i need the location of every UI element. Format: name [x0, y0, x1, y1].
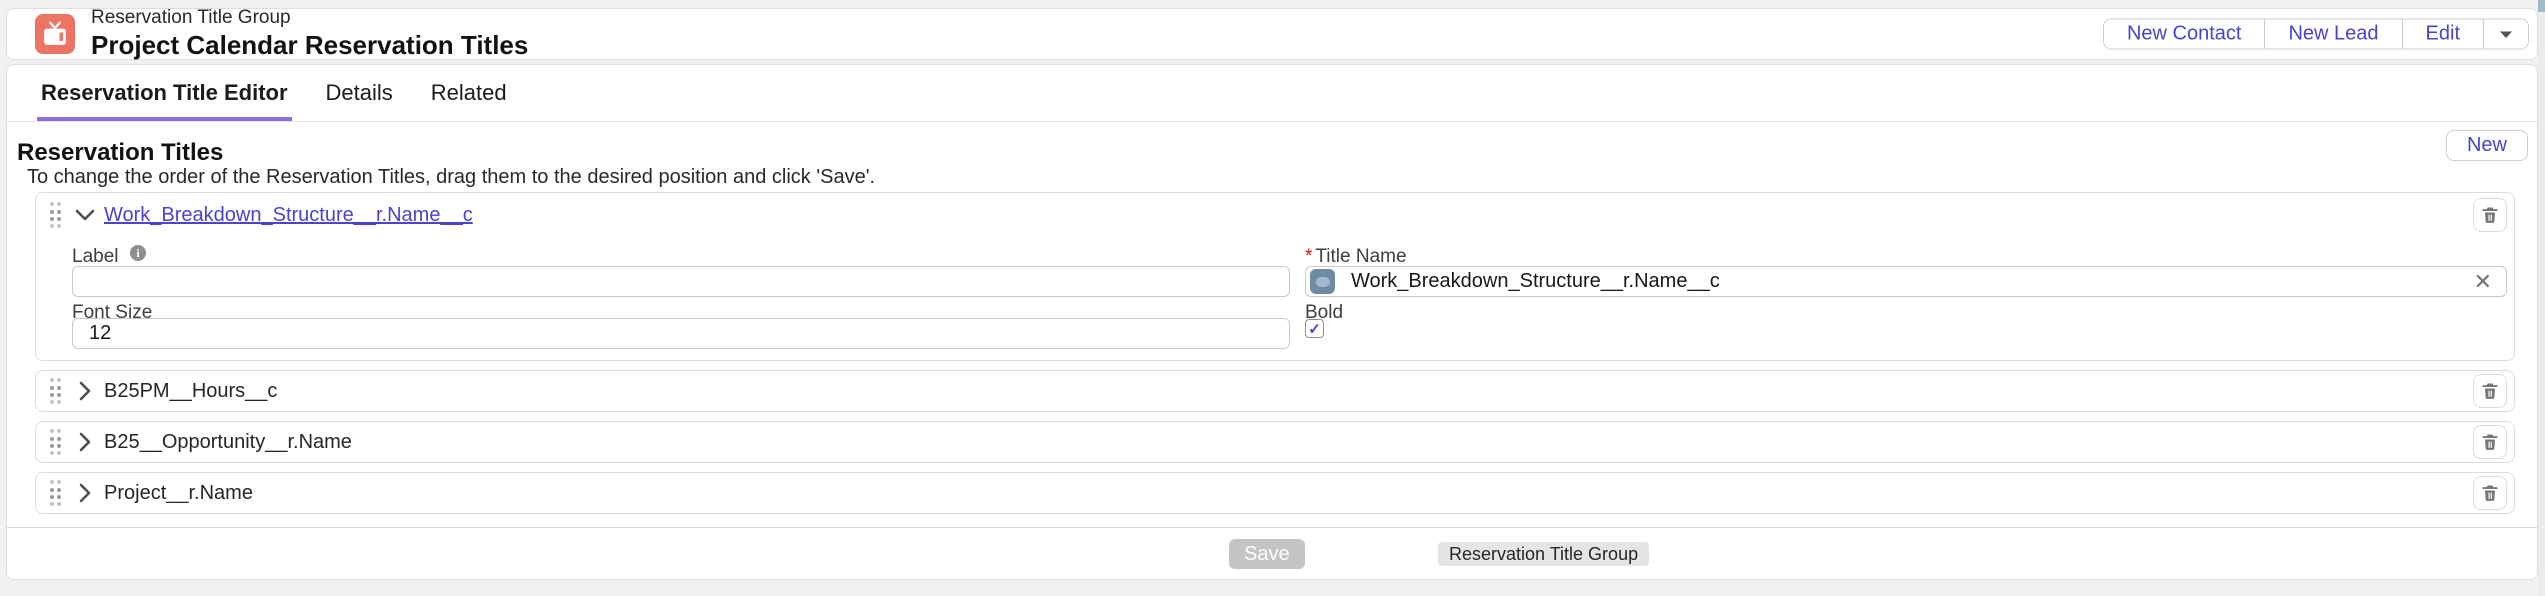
row-title: Project__r.Name: [104, 482, 253, 505]
tv-icon: [42, 21, 68, 47]
reservation-title-row-expanded: Work_Breakdown_Structure__r.Name__c Labe…: [35, 192, 2515, 361]
tab-related[interactable]: Related: [427, 65, 511, 121]
new-lead-button[interactable]: New Lead: [2265, 20, 2402, 49]
instruction-text: To change the order of the Reservation T…: [27, 166, 875, 189]
footer-divider: [7, 527, 2537, 528]
required-asterisk: *: [1305, 246, 1312, 267]
title-name-value: Work_Breakdown_Structure__r.Name__c: [1351, 270, 2474, 293]
expand-row-button[interactable]: [66, 478, 104, 508]
section-heading: Reservation Titles: [17, 139, 223, 167]
delete-row-button[interactable]: [2473, 198, 2507, 232]
chevron-right-icon: [79, 381, 91, 401]
reservation-title-group-chip: Reservation Title Group: [1438, 542, 1649, 566]
save-button[interactable]: Save: [1229, 539, 1305, 569]
drag-handle-icon[interactable]: [44, 478, 66, 508]
drag-handle-icon[interactable]: [44, 376, 66, 406]
chevron-right-icon: [79, 483, 91, 503]
drag-handle-icon[interactable]: [44, 200, 66, 230]
new-contact-button[interactable]: New Contact: [2104, 20, 2266, 49]
title-name-input[interactable]: Work_Breakdown_Structure__r.Name__c ✕: [1305, 266, 2507, 297]
delete-row-button[interactable]: [2473, 476, 2507, 510]
label-input[interactable]: [72, 266, 1290, 297]
drag-handle-icon[interactable]: [44, 427, 66, 457]
main-card: Reservation Title Editor Details Related…: [6, 64, 2538, 580]
row-title-link[interactable]: Work_Breakdown_Structure__r.Name__c: [104, 204, 473, 227]
collapse-row-button[interactable]: [66, 200, 104, 230]
page-header: Reservation Title Group Project Calendar…: [6, 8, 2538, 60]
page-title: Project Calendar Reservation Titles: [91, 31, 528, 61]
reservation-title-row: B25PM__Hours__c: [35, 370, 2515, 412]
entity-type-label: Reservation Title Group: [91, 7, 528, 29]
row-title: B25__Opportunity__r.Name: [104, 431, 352, 454]
chevron-right-icon: [79, 432, 91, 452]
font-size-input[interactable]: [72, 318, 1290, 349]
expand-row-button[interactable]: [66, 376, 104, 406]
chevron-down-icon: [75, 209, 95, 221]
header-action-group: New Contact New Lead Edit: [2103, 19, 2529, 50]
tab-reservation-title-editor[interactable]: Reservation Title Editor: [37, 65, 292, 121]
bold-checkbox[interactable]: ✓: [1305, 319, 1324, 338]
trash-icon: [2480, 381, 2500, 401]
expand-row-button[interactable]: [66, 427, 104, 457]
reservation-title-group-icon: [35, 14, 75, 54]
tab-bar: Reservation Title Editor Details Related: [7, 65, 2537, 122]
info-icon[interactable]: i: [130, 245, 146, 261]
trash-icon: [2480, 483, 2500, 503]
trash-icon: [2480, 432, 2500, 452]
clear-icon[interactable]: ✕: [2474, 271, 2492, 293]
row-title: B25PM__Hours__c: [104, 380, 277, 403]
reservation-title-list: Work_Breakdown_Structure__r.Name__c Labe…: [35, 192, 2515, 523]
vertical-scrollbar[interactable]: [2538, 0, 2545, 596]
record-icon: [1310, 269, 1335, 294]
trash-icon: [2480, 205, 2500, 225]
new-reservation-title-button[interactable]: New: [2446, 130, 2528, 161]
delete-row-button[interactable]: [2473, 425, 2507, 459]
dropdown-arrow-icon: [2498, 29, 2514, 39]
delete-row-button[interactable]: [2473, 374, 2507, 408]
title-name-field-label: *Title Name: [1305, 246, 1407, 268]
tab-details[interactable]: Details: [322, 65, 397, 121]
scrollbar-thumb[interactable]: [2538, 0, 2545, 12]
more-actions-button[interactable]: [2484, 20, 2528, 49]
reservation-title-row: Project__r.Name: [35, 472, 2515, 514]
edit-button[interactable]: Edit: [2403, 20, 2484, 49]
label-field-label: Label: [72, 246, 119, 268]
reservation-title-row: B25__Opportunity__r.Name: [35, 421, 2515, 463]
